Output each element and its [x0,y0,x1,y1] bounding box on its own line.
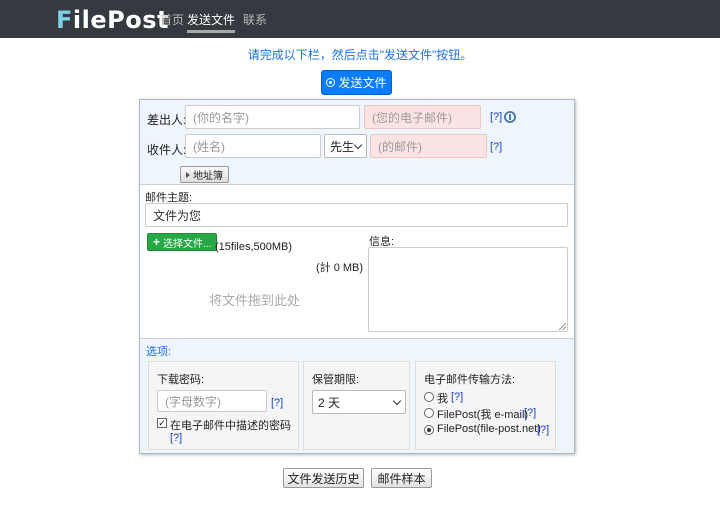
retention-box: 保管期限: 2 天 [303,361,410,450]
send-history-button[interactable]: 文件发送历史 [283,468,364,488]
recipient-label: 收件人: [147,143,187,157]
download-icon[interactable] [504,111,516,123]
recipient-name-input[interactable]: (姓名) [185,134,321,158]
password-label: 下载密码: [157,374,205,386]
send-form-panel: 差出人: (你的名字) (您的电子邮件) [?] 收件人: (姓名) 先生 (的… [139,99,575,454]
options-section: 选项: 下载密码: (字母数字) [?] ✓ 在电子邮件中描述的密码 [?] 保… [140,338,574,453]
delivery-box: 电子邮件传输方法: 我 [?] FilePost(我 e-mail) [?] F… [415,361,556,450]
email-sample-button[interactable]: 邮件样本 [371,468,432,488]
delivery-radio-filepost[interactable] [424,425,434,435]
file-limit-text: (15files,500MB) [215,241,293,253]
sender-help-link[interactable]: [?] [490,111,502,123]
plus-icon: + [153,235,161,249]
recipient-help-link[interactable]: [?] [490,141,502,153]
delivery-radio-my-email[interactable] [424,408,434,418]
password-checkbox-help-link[interactable]: [?] [170,432,182,444]
file-total-text: (計 0 MB) [316,262,364,274]
instruction-text: 请完成以下栏，然后点击"发送文件"按钮。 [247,48,473,62]
delivery-filepost-label: FilePost(file-post.net) [437,423,541,435]
delivery-self-help-link[interactable]: [?] [451,391,463,403]
delivery-my-email-help-link[interactable]: [?] [524,407,536,419]
retention-select[interactable]: 2 天 [312,390,406,414]
upload-icon [326,78,336,87]
password-input[interactable]: (字母数字) [157,390,267,412]
filepost-logo[interactable]: FilePost [56,6,169,34]
options-title: 选项: [146,346,172,358]
play-icon [186,171,190,178]
resize-grip-icon[interactable] [559,323,566,330]
nav-home[interactable]: 首页 [160,11,184,28]
address-book-button[interactable]: 地址簿 [180,166,229,183]
message-textarea[interactable] [368,247,568,332]
chevron-down-icon [392,396,402,405]
chevron-down-icon [353,140,363,149]
delivery-radio-self[interactable] [424,392,434,402]
address-section: 差出人: (你的名字) (您的电子邮件) [?] 收件人: (姓名) 先生 (的… [140,100,574,185]
delivery-label: 电子邮件传输方法: [424,374,516,386]
sender-name-input[interactable]: (你的名字) [185,105,360,129]
delivery-my-email-label: FilePost(我 e-mail) [437,409,529,421]
sender-label: 差出人: [147,113,187,127]
nav-send-file[interactable]: 发送文件 [187,11,236,33]
choose-file-button[interactable]: + 选择文件... [147,233,218,251]
retention-label: 保管期限: [312,374,360,386]
send-file-button[interactable]: 发送文件 [321,70,392,95]
recipient-email-input[interactable]: (的邮件) [370,134,487,158]
sender-email-input[interactable]: (您的电子邮件) [364,105,481,129]
top-navbar: FilePost 首页 发送文件 联系 [0,0,720,38]
recipient-title-select[interactable]: 先生 [324,134,367,158]
password-in-email-checkbox[interactable]: ✓ [157,418,167,428]
nav-contact[interactable]: 联系 [243,11,267,28]
password-in-email-label: 在电子邮件中描述的密码 [170,420,291,432]
password-box: 下载密码: (字母数字) [?] ✓ 在电子邮件中描述的密码 [?] [148,361,299,450]
delivery-filepost-help-link[interactable]: [?] [537,424,549,436]
delivery-self-label: 我 [437,393,448,405]
file-dropzone[interactable]: 将文件拖到此处 [209,290,300,309]
subject-input[interactable]: 文件为您 [145,203,568,227]
password-help-link[interactable]: [?] [271,397,283,409]
